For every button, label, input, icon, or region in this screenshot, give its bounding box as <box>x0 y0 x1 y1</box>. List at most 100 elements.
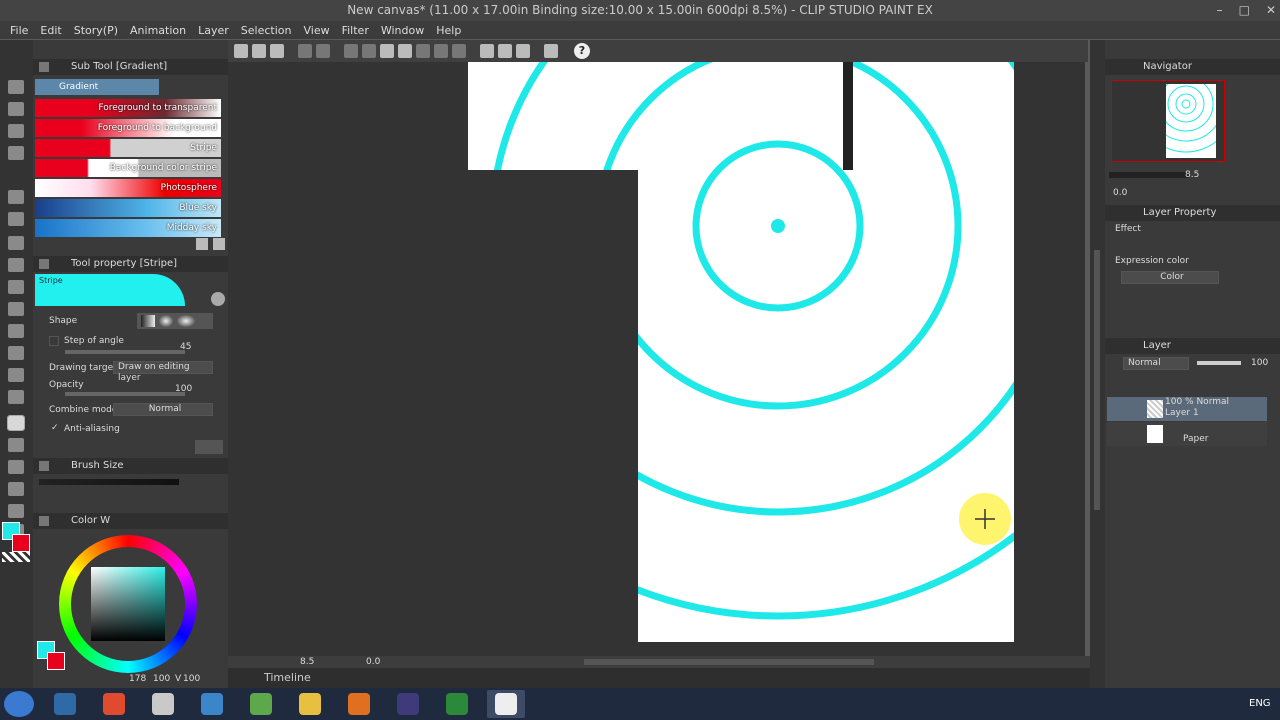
taskbar-app-windows-media[interactable] <box>46 690 84 718</box>
hue-wheel[interactable] <box>59 535 197 673</box>
gradient-preset-blue-sky[interactable]: Blue sky <box>35 199 221 217</box>
brush-size-slider[interactable] <box>39 479 179 485</box>
taskbar-app-mu[interactable] <box>144 690 182 718</box>
fill-icon[interactable] <box>380 44 394 58</box>
linear-shape-icon[interactable] <box>141 315 155 327</box>
eraser-tool-icon[interactable] <box>8 368 24 382</box>
ellipse-shape-icon[interactable] <box>177 315 195 327</box>
pencil-tool-icon[interactable] <box>8 280 24 294</box>
help-icon[interactable]: ? <box>574 43 590 59</box>
auto-select-tool-icon[interactable] <box>8 212 24 226</box>
gradient-preset-foreground-to-transparent[interactable]: Foreground to transparent <box>35 99 221 117</box>
gradient-tool-icon[interactable] <box>7 415 25 431</box>
operation-tool-icon[interactable] <box>8 124 24 138</box>
transform-icon[interactable] <box>398 44 412 58</box>
panel-menu-icon[interactable] <box>39 62 49 72</box>
snap-grid-icon[interactable] <box>516 44 530 58</box>
show-selection-icon[interactable] <box>452 44 466 58</box>
blend-mode-dropdown[interactable]: Normal <box>1123 357 1189 370</box>
move-layer-tool-icon[interactable] <box>8 146 24 160</box>
brush-tool-icon[interactable] <box>8 302 24 316</box>
brush-size-presets-icon[interactable] <box>195 440 223 454</box>
new-file-icon[interactable] <box>234 44 248 58</box>
menu-layer[interactable]: Layer <box>198 24 229 37</box>
menu-story[interactable]: Story(P) <box>74 24 118 37</box>
step-of-angle-slider[interactable] <box>65 350 185 354</box>
menu-animation[interactable]: Animation <box>130 24 186 37</box>
gradient-preset-photosphere[interactable]: Photosphere <box>35 179 221 197</box>
gradient-preset-background-color-stripe[interactable]: Background color stripe <box>35 159 221 177</box>
saturation-value-square[interactable] <box>91 567 165 641</box>
selection-tool-icon[interactable] <box>8 190 24 204</box>
figure-tool-icon[interactable] <box>8 460 24 474</box>
layer-opacity-slider[interactable] <box>1197 361 1241 365</box>
redo-icon[interactable] <box>316 44 330 58</box>
move-tool-icon[interactable] <box>8 102 24 116</box>
circle-shape-icon[interactable] <box>159 315 173 327</box>
shape-selector[interactable] <box>137 313 213 329</box>
canvas-svg[interactable] <box>228 62 1085 656</box>
snap-ruler-icon[interactable] <box>480 44 494 58</box>
delete-preset-icon[interactable] <box>213 238 225 250</box>
undo-icon[interactable] <box>298 44 312 58</box>
menu-selection[interactable]: Selection <box>241 24 292 37</box>
taskbar-app-android-studio[interactable] <box>242 690 280 718</box>
eyedropper-tool-icon[interactable] <box>8 236 24 250</box>
clear-icon[interactable] <box>344 44 358 58</box>
color-bg-swatch[interactable] <box>47 652 65 670</box>
save-icon[interactable] <box>270 44 284 58</box>
tool-settings-icon[interactable] <box>211 292 225 306</box>
decoration-tool-icon[interactable] <box>8 346 24 360</box>
close-button[interactable]: ✕ <box>1266 0 1276 21</box>
add-preset-icon[interactable] <box>196 238 208 250</box>
menu-filter[interactable]: Filter <box>342 24 369 37</box>
opacity-slider[interactable] <box>65 392 185 396</box>
taskbar-app-eclipse[interactable] <box>389 690 427 718</box>
frame-border-tool-icon[interactable] <box>8 482 24 496</box>
brush-size-menu-icon[interactable] <box>39 461 49 471</box>
menu-help[interactable]: Help <box>436 24 461 37</box>
gradient-preset-foreground-to-background[interactable]: Foreground to background <box>35 119 221 137</box>
transparent-color-swatch[interactable] <box>2 552 30 562</box>
vertical-scrollbar[interactable] <box>1094 250 1100 510</box>
zoom-tool-icon[interactable] <box>8 80 24 94</box>
combine-mode-dropdown[interactable]: Normal <box>113 403 213 416</box>
blend-tool-icon[interactable] <box>8 390 24 404</box>
deselect-icon[interactable] <box>416 44 430 58</box>
taskbar-app-firefox[interactable] <box>340 690 378 718</box>
navigator-zoom-slider[interactable] <box>1109 172 1189 178</box>
open-file-icon[interactable] <box>252 44 266 58</box>
layer-row-layer1[interactable]: 100 % Normal Layer 1 <box>1107 397 1267 421</box>
display-settings-icon[interactable] <box>544 44 558 58</box>
background-color-swatch[interactable] <box>12 534 30 552</box>
expression-color-dropdown[interactable]: Color <box>1121 271 1219 284</box>
menu-file[interactable]: File <box>10 24 28 37</box>
invert-selection-icon[interactable] <box>434 44 448 58</box>
start-button[interactable] <box>4 691 34 717</box>
airbrush-tool-icon[interactable] <box>8 324 24 338</box>
menu-edit[interactable]: Edit <box>40 24 61 37</box>
text-balloon-tool-icon[interactable] <box>8 504 24 518</box>
taskbar-app-chrome[interactable] <box>95 690 133 718</box>
navigator-preview[interactable] <box>1111 55 1235 162</box>
clear-outside-icon[interactable] <box>362 44 376 58</box>
sub-tool-group-tab[interactable]: Gradient <box>35 79 159 95</box>
maximize-button[interactable]: □ <box>1239 0 1250 21</box>
canvas-area[interactable] <box>228 62 1085 656</box>
taskbar-app-control-panel[interactable] <box>193 690 231 718</box>
taskbar-app-camtasia[interactable] <box>438 690 476 718</box>
fill-tool-icon[interactable] <box>8 438 24 452</box>
step-of-angle-checkbox[interactable] <box>49 336 59 346</box>
taskbar-app-clip-studio[interactable] <box>487 690 525 718</box>
taskbar-app-file-explorer[interactable] <box>291 690 329 718</box>
drawing-target-dropdown[interactable]: Draw on editing layer <box>113 361 213 383</box>
gradient-preset-midday-sky[interactable]: Midday sky <box>35 219 221 237</box>
minimize-button[interactable]: – <box>1217 0 1223 21</box>
color-panel-menu-icon[interactable] <box>39 516 49 526</box>
pen-tool-icon[interactable] <box>8 258 24 272</box>
menu-window[interactable]: Window <box>381 24 424 37</box>
tool-property-menu-icon[interactable] <box>39 259 49 269</box>
layer-row-paper[interactable]: Paper <box>1107 422 1267 446</box>
snap-special-ruler-icon[interactable] <box>498 44 512 58</box>
gradient-preset-stripe[interactable]: Stripe <box>35 139 221 157</box>
